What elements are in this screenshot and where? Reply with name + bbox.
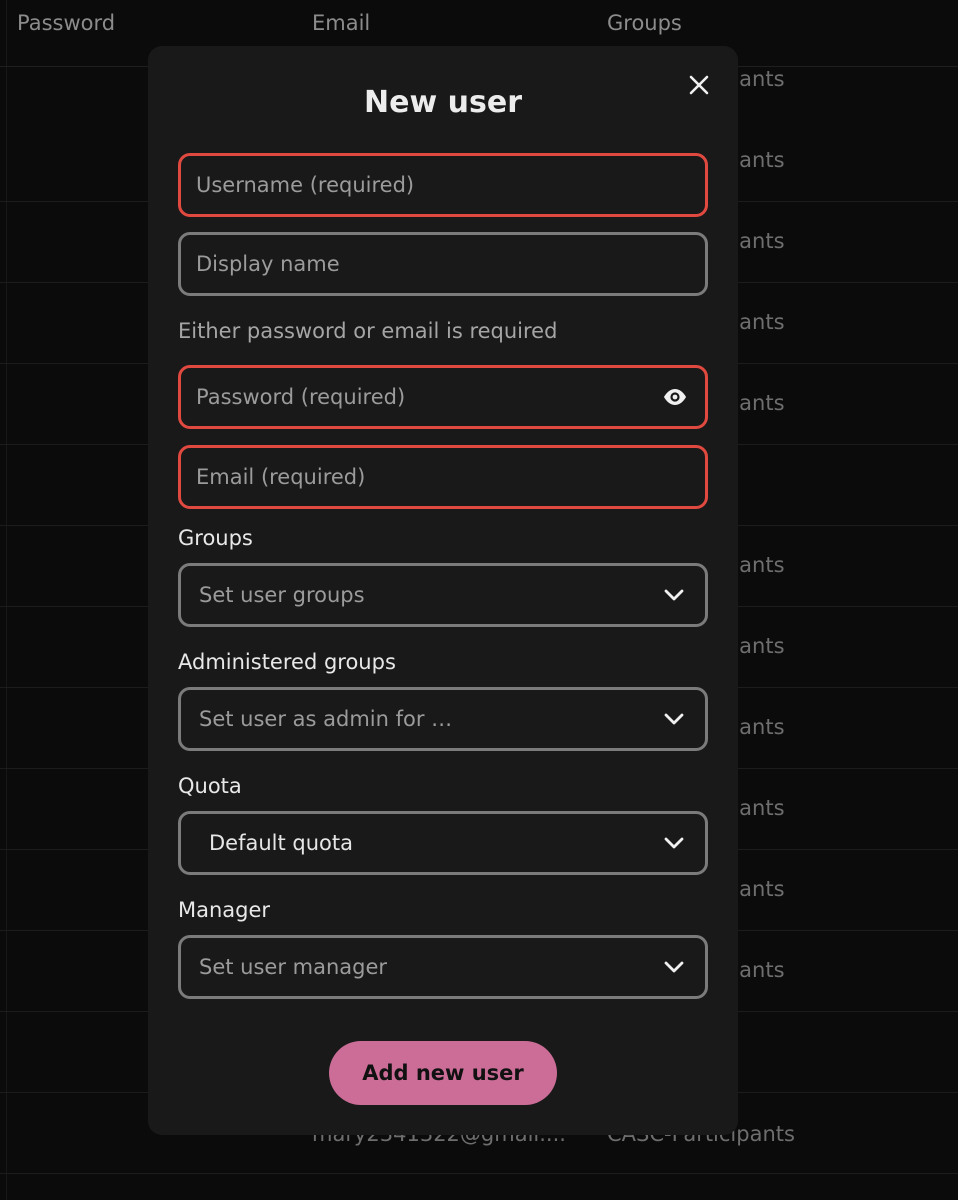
- new-user-dialog: New user Either password or email is req…: [148, 46, 738, 1135]
- display-name-input[interactable]: [181, 235, 705, 293]
- username-input[interactable]: [181, 156, 705, 214]
- groups-select-placeholder: Set user groups: [199, 583, 365, 607]
- administered-groups-placeholder: Set user as admin for …: [199, 707, 453, 731]
- column-header-email[interactable]: Email: [312, 11, 370, 35]
- close-button[interactable]: [685, 71, 713, 99]
- close-icon: [689, 75, 709, 95]
- quota-selected-value: Default quota: [209, 831, 353, 855]
- password-input[interactable]: [181, 368, 705, 426]
- toggle-password-visibility-button[interactable]: [661, 386, 689, 408]
- manager-label: Manager: [178, 898, 271, 922]
- groups-label: Groups: [178, 526, 253, 550]
- chevron-down-icon: [664, 589, 684, 601]
- quota-select[interactable]: Default quota: [178, 811, 708, 875]
- username-field: [178, 153, 708, 217]
- manager-select[interactable]: Set user manager: [178, 935, 708, 999]
- display-name-field: [178, 232, 708, 296]
- add-new-user-button[interactable]: Add new user: [329, 1041, 557, 1105]
- chevron-down-icon: [664, 837, 684, 849]
- email-input[interactable]: [181, 448, 705, 506]
- chevron-down-icon: [664, 713, 684, 725]
- column-header-groups[interactable]: Groups: [607, 11, 682, 35]
- quota-label: Quota: [178, 774, 242, 798]
- administered-groups-label: Administered groups: [178, 650, 396, 674]
- column-header-password[interactable]: Password: [17, 11, 115, 35]
- password-email-hint: Either password or email is required: [178, 319, 558, 343]
- eye-icon: [664, 389, 686, 405]
- manager-select-placeholder: Set user manager: [199, 955, 388, 979]
- email-field: [178, 445, 708, 509]
- administered-groups-select[interactable]: Set user as admin for …: [178, 687, 708, 751]
- groups-select[interactable]: Set user groups: [178, 563, 708, 627]
- password-field: [178, 365, 708, 429]
- chevron-down-icon: [664, 961, 684, 973]
- dialog-title: New user: [364, 85, 522, 120]
